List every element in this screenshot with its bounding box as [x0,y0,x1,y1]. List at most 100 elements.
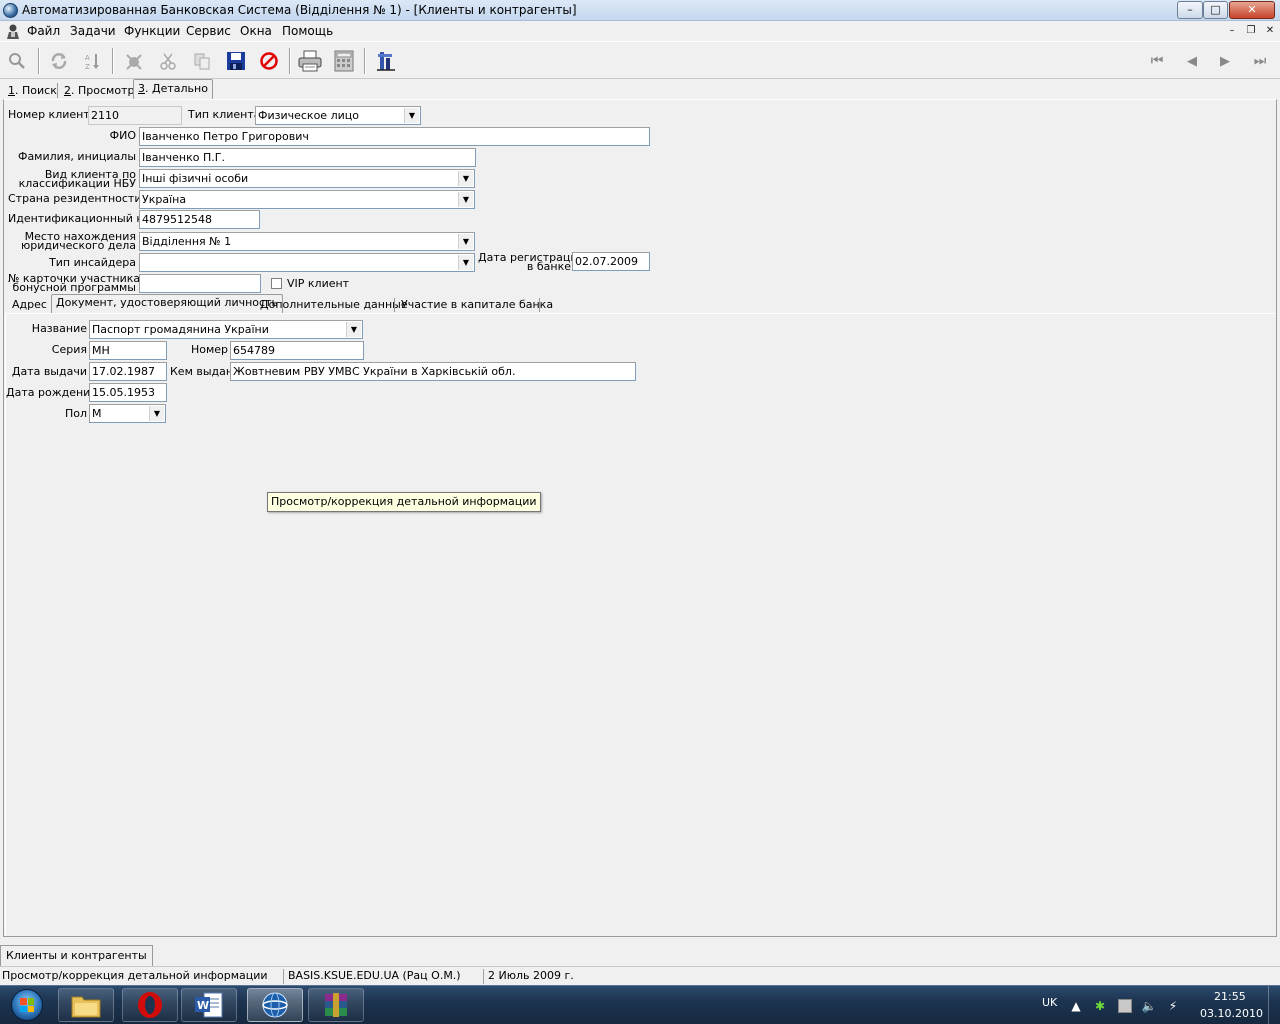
issued-by-field[interactable]: Жовтневим РВУ УМВС України в Харківській… [230,362,636,381]
language-indicator[interactable]: UK [1042,996,1057,1009]
next-record-icon[interactable]: ▶ [1212,48,1238,74]
chevron-down-icon[interactable]: ▼ [458,255,473,270]
power-icon[interactable]: ⚡ [1165,998,1181,1014]
id-code-field[interactable]: 4879512548 [139,210,260,229]
sort-icon[interactable]: AZ [80,48,106,74]
nbu-class-label: Вид клиента по классификации НБУ [18,168,136,190]
tab-search[interactable]: 1. Поиск [4,82,61,100]
tray-expand-icon[interactable]: ▲ [1068,998,1084,1014]
bonus-card-label: № карточки участника бонусной программы [8,272,141,294]
chevron-down-icon[interactable]: ▼ [458,234,473,249]
tab-separator [539,298,540,312]
toolbar-separator [38,48,40,74]
start-button[interactable] [3,988,51,1022]
prev-record-icon[interactable]: ◀ [1179,48,1205,74]
menu-help[interactable]: Помощь [282,24,333,38]
nbu-class-select[interactable]: Інші фізичні особи ▼ [139,169,475,188]
tab-detail[interactable]: 3. Детально [133,79,213,100]
taskbar: W UK ▲ ✱ 🔈 ⚡ 21:55 03.10.2010 [0,985,1280,1024]
clock-date[interactable]: 03.10.2010 [1200,1007,1263,1020]
reg-date-field[interactable]: 02.07.2009 [572,252,650,271]
mdi-close-button[interactable]: ✕ [1262,24,1278,38]
chevron-down-icon[interactable]: ▼ [346,322,361,337]
opera-icon[interactable] [122,988,178,1022]
refresh-icon[interactable] [46,48,72,74]
print-icon[interactable] [297,48,323,74]
delete-icon[interactable] [121,48,147,74]
insider-label: Тип инсайдера [49,256,136,269]
reg-date-label: Дата регистрации в банке [478,251,585,273]
close-button[interactable]: ✕ [1229,1,1275,19]
chevron-down-icon[interactable]: ▼ [458,192,473,207]
country-select[interactable]: Україна ▼ [139,190,475,209]
tab-additional-data[interactable]: Дополнительные данные [256,297,412,314]
app-globe-icon [3,3,18,18]
birth-date-label: Дата рождения [6,386,97,399]
issue-date-field[interactable]: 17.02.1987 [89,362,167,381]
status-mode: Просмотр/коррекция детальной информации [0,969,284,984]
show-desktop-button[interactable] [1268,986,1280,1024]
mdi-window-tab[interactable]: Клиенты и контрагенты [0,945,153,966]
initials-field[interactable]: Іванченко П.Г. [139,148,476,167]
location-select[interactable]: Відділення № 1 ▼ [139,232,475,251]
client-number-label: Номер клиента [8,108,97,121]
first-record-icon[interactable]: ⏮ [1144,48,1170,74]
menu-file[interactable]: Файл [27,24,60,38]
status-date: 2 Июль 2009 г. [488,969,574,982]
issue-date-label: Дата выдачи [11,365,87,378]
vip-checkbox[interactable] [271,278,282,289]
menu-windows[interactable]: Окна [240,24,272,38]
explorer-icon[interactable] [58,988,114,1022]
tab-view[interactable]: 2. Просмотр [60,82,138,100]
sex-select[interactable]: М ▼ [89,404,166,423]
doc-number-field[interactable]: 654789 [230,341,364,360]
last-record-icon[interactable]: ⏭ [1247,48,1273,74]
mdi-restore-button[interactable]: ❐ [1243,24,1259,38]
initials-label: Фамилия, инициалы [17,150,136,163]
clock-time[interactable]: 21:55 [1214,990,1246,1003]
insider-select[interactable]: ▼ [139,253,475,272]
tab-separator [57,83,58,98]
abs-icon[interactable] [247,988,303,1022]
country-label: Страна резидентности [8,192,142,205]
tab-address[interactable]: Адрес [8,297,51,314]
cancel-icon[interactable] [256,48,282,74]
tab-identity-document[interactable]: Документ, удостоверяющий личность [51,294,283,314]
cut-icon[interactable] [155,48,181,74]
tab-capital-participation[interactable]: Участие в капитале банка [397,297,557,314]
volume-icon[interactable]: 🔈 [1141,998,1157,1014]
winrar-icon[interactable] [308,988,364,1022]
maximize-button[interactable]: □ [1203,1,1228,19]
minimize-button[interactable]: – [1177,1,1203,19]
zoom-icon[interactable] [4,48,30,74]
toolbar-separator [289,48,291,74]
id-code-label: Идентификационный код [8,212,158,225]
birth-date-field[interactable]: 15.05.1953 [89,383,167,402]
menu-tasks[interactable]: Задачи [70,24,116,38]
chevron-down-icon[interactable]: ▼ [458,171,473,186]
calculator-icon[interactable] [331,48,357,74]
fio-field[interactable]: Іванченко Петро Григорович [139,127,650,146]
network-tray-icon[interactable]: ✱ [1092,998,1108,1014]
save-icon[interactable] [223,48,249,74]
copy-icon[interactable] [189,48,215,74]
svg-text:W: W [197,999,209,1012]
tab-separator [394,298,395,312]
vip-label: VIP клиент [287,277,350,290]
mdi-child-icon[interactable] [5,23,21,39]
mdi-minimize-button[interactable]: – [1224,24,1240,38]
action-center-icon[interactable] [1117,998,1133,1014]
doc-name-select[interactable]: Паспорт громадянина України ▼ [89,320,363,339]
chevron-down-icon[interactable]: ▼ [404,108,419,123]
client-number-field[interactable]: 2110 [88,106,182,125]
menu-functions[interactable]: Функции [124,24,180,38]
series-field[interactable]: МН [89,341,167,360]
bonus-card-field[interactable] [139,274,261,293]
chevron-down-icon[interactable]: ▼ [149,406,164,421]
stats-icon[interactable] [373,48,399,74]
window-title: Автоматизированная Банковская Система (В… [22,3,577,17]
client-type-select[interactable]: Физическое лицо ▼ [255,106,421,125]
doc-number-label: Номер [190,343,228,356]
word-icon[interactable]: W [181,988,237,1022]
menu-service[interactable]: Сервис [186,24,231,38]
